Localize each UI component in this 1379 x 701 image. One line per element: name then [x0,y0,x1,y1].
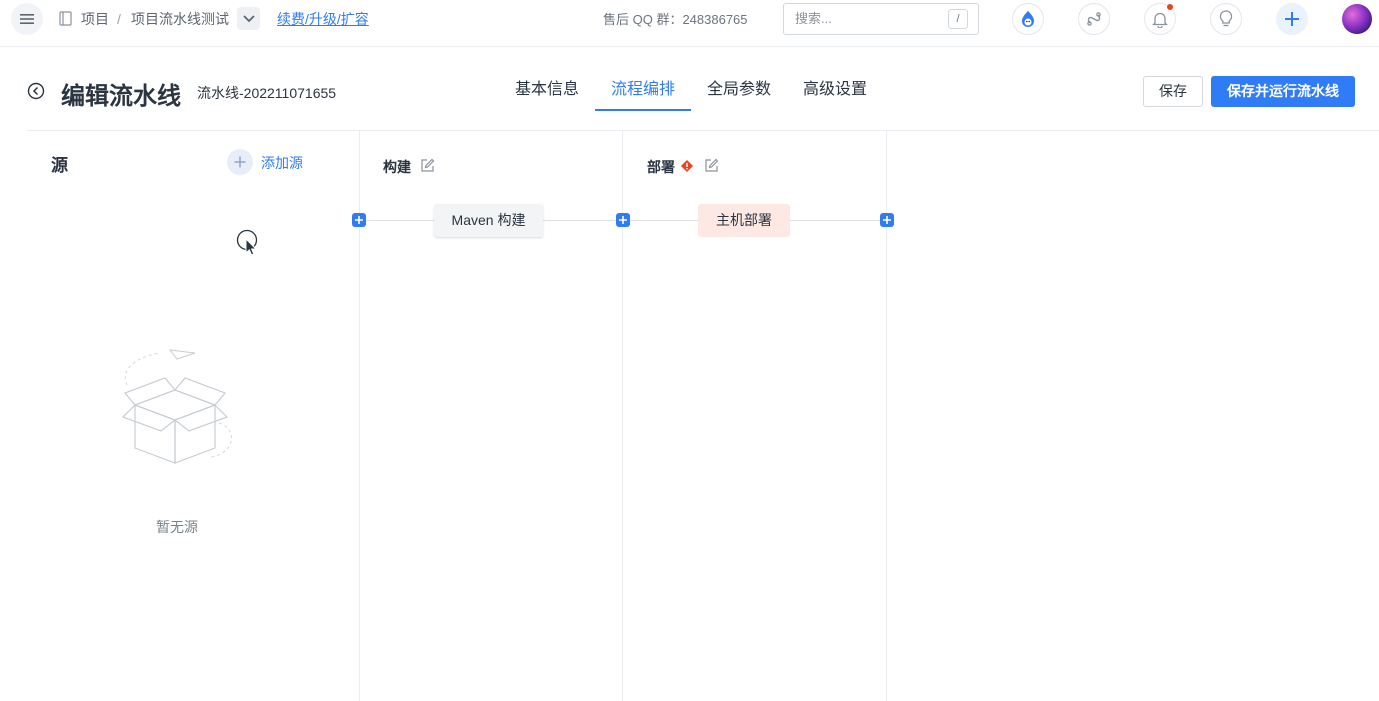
tab-flow[interactable]: 流程编排 [595,70,692,111]
page-title: 编辑流水线 [61,83,181,110]
notification-button[interactable] [1144,3,1176,35]
add-stage-button[interactable] [352,213,366,227]
plus-icon [234,156,246,168]
create-button[interactable] [1276,3,1308,35]
source-title: 源 [51,156,68,175]
repo-icon [59,11,72,26]
add-source-label[interactable]: 添加源 [261,153,303,173]
mouse-cursor-icon [236,229,258,256]
qq-group-text: 售后 QQ 群：248386765 [603,12,748,27]
menu-icon [20,14,34,24]
breadcrumb-project[interactable]: 项目 [81,0,109,37]
empty-box-icon [121,349,232,464]
tab-bar: 基本信息 流程编排 全局参数 高级设置 [499,70,883,111]
save-and-run-button[interactable]: 保存并运行流水线 [1211,76,1355,107]
flow-connector [790,220,880,221]
header-divider [27,130,1379,131]
flow-connector [630,220,698,221]
link-icon [1087,12,1101,26]
tab-basic-info[interactable]: 基本信息 [499,70,595,111]
plus-icon [883,216,891,224]
back-icon[interactable] [27,82,45,100]
add-source-button[interactable] [227,149,253,175]
breadcrumb-pipeline[interactable]: 项目流水线测试 [131,0,229,37]
user-avatar[interactable] [1342,4,1372,34]
flow-connector [366,220,434,221]
mascot-button[interactable] [1012,3,1044,35]
bulb-icon [1219,10,1233,27]
stage-title-deploy: 部署 [647,159,675,175]
warning-icon [681,160,693,172]
tips-button[interactable] [1210,3,1242,35]
empty-source-label: 暂无源 [156,519,198,535]
pipeline-name: 流水线-202211071655 [197,85,337,101]
add-stage-button[interactable] [616,213,630,227]
breadcrumb-separator: / [117,10,121,27]
tab-advanced-settings[interactable]: 高级设置 [787,70,883,111]
plus-icon [1285,12,1299,26]
tab-global-params[interactable]: 全局参数 [691,70,787,111]
menu-button[interactable] [11,3,43,35]
stage-title-build: 构建 [383,159,411,175]
edit-icon[interactable] [420,158,435,173]
search-input[interactable]: 搜索... / [783,3,979,35]
add-stage-button[interactable] [880,213,894,227]
renew-upgrade-link[interactable]: 续费/升级/扩容 [277,0,369,37]
job-host-deploy[interactable]: 主机部署 [698,204,790,237]
mascot-icon [1022,11,1034,27]
chevron-down-icon [242,14,255,22]
notification-dot [1167,4,1173,10]
plus-icon [355,216,363,224]
top-bar: 项目 / 项目流水线测试 续费/升级/扩容 售后 QQ 群：248386765 … [0,0,1379,47]
search-shortcut-key: / [948,9,968,29]
link-button[interactable] [1078,3,1110,35]
flow-connector [543,220,616,221]
search-placeholder: 搜索... [795,11,832,26]
job-maven-build[interactable]: Maven 构建 [434,204,543,237]
save-button[interactable]: 保存 [1143,76,1203,107]
pipeline-dropdown-button[interactable] [237,7,260,30]
plus-icon [619,216,627,224]
edit-icon[interactable] [704,158,719,173]
bell-icon [1152,12,1168,28]
